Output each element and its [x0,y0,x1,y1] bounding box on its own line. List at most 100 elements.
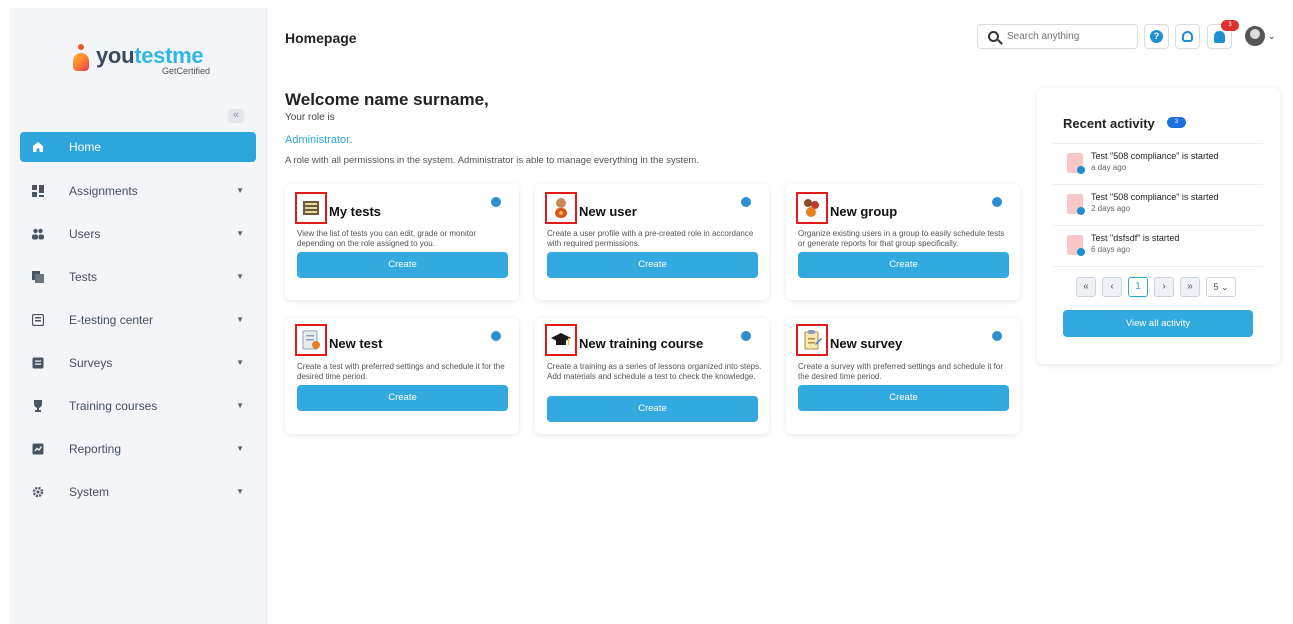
card-title: New survey [830,336,903,351]
play-icon[interactable] [741,197,751,207]
view-all-activity-button[interactable]: View all activity [1063,310,1253,337]
card-description: Create a training as a series of lessons… [547,362,762,381]
search-box[interactable] [977,24,1138,49]
users-icon [32,228,44,239]
activity-item[interactable]: Test "dsfsdf" is started 6 days ago [1053,225,1263,265]
reporting-icon [32,443,44,454]
card-title: New group [830,204,898,219]
tests-icon [32,270,44,283]
sidebar-item-label: Tests [69,269,98,284]
help-button[interactable]: ? [1144,24,1169,49]
card-title: New user [579,204,637,219]
next-page-button[interactable]: › [1154,277,1174,297]
new-user-create-button[interactable]: Create [547,252,758,278]
chevron-down-icon: ▼ [236,186,244,195]
assignments-icon [32,184,44,197]
my-tests-icon [295,192,327,224]
sidebar-item-label: Reporting [69,441,122,456]
surveys-icon [32,357,44,368]
pagination: « ‹ 1 › » 5 ⌄ [1076,277,1236,297]
e-testing-center-icon [32,313,44,326]
new-survey-icon [796,324,828,356]
activity-item[interactable]: Test "508 compliance" is started 2 days … [1053,184,1263,224]
sidebar-item-label: Training courses [69,398,158,413]
chevron-down-icon: ▼ [236,315,244,324]
activity-text: Test "508 compliance" is started [1091,151,1219,161]
trophy-icon [34,399,42,412]
activity-text: Test "dsfsdf" is started [1091,233,1180,243]
card-new-user: New user Create a user profile with a pr… [535,184,769,300]
welcome-heading: Welcome name surname, [285,90,489,109]
role-prefix: Your role is [285,112,335,123]
test-document-icon [1067,235,1085,256]
bell-icon [1214,30,1225,43]
sidebar-item-label: Assignments [69,183,138,198]
chevron-down-icon[interactable]: ⌄ [1268,31,1276,42]
new-test-icon [295,324,327,356]
role-name: Administrator. [285,134,353,146]
sidebar: youtestme GetCertified « Home Assignment… [10,8,267,624]
sidebar-item-label: Users [69,226,101,241]
card-title: New test [329,336,383,351]
sidebar-item-tests[interactable]: Tests ▼ [20,255,256,298]
chevron-down-icon: ▼ [236,487,244,496]
gear-icon [32,486,44,497]
search-icon [988,31,999,42]
activity-text: Test "508 compliance" is started [1091,192,1219,202]
logo-mark-icon [72,44,90,74]
page-size-select[interactable]: 5 ⌄ [1206,277,1236,297]
play-icon[interactable] [491,331,501,341]
sidebar-item-training-courses[interactable]: Training courses ▼ [20,384,256,427]
sidebar-item-assignments[interactable]: Assignments ▼ [20,169,256,212]
card-description: Create a survey with preferred settings … [798,362,1003,381]
card-new-test: New test Create a test with preferred se… [285,318,519,434]
test-document-icon [1067,153,1085,174]
activity-time: a day ago [1091,163,1127,172]
sidebar-item-surveys[interactable]: Surveys ▼ [20,341,256,384]
card-new-training-course: New training course Create a training as… [535,318,769,434]
brand-logo[interactable]: youtestme GetCertified [72,43,210,76]
play-icon[interactable] [992,197,1002,207]
play-icon[interactable] [491,197,501,207]
brand-tagline: GetCertified [162,66,211,76]
card-description: Organize existing users in a group to ea… [798,229,1005,248]
new-test-create-button[interactable]: Create [297,385,508,411]
new-group-create-button[interactable]: Create [798,252,1009,278]
divider [1053,266,1263,267]
avatar[interactable] [1245,26,1265,46]
sidebar-nav: Home Assignments ▼ Users ▼ Tests ▼ E-tes… [20,132,256,513]
sidebar-item-reporting[interactable]: Reporting ▼ [20,427,256,470]
sidebar-item-system[interactable]: System ▼ [20,470,256,513]
activity-time: 6 days ago [1091,245,1131,254]
headset-icon [1182,31,1193,42]
new-training-course-create-button[interactable]: Create [547,396,758,422]
brand-name: youtestme [96,43,204,68]
card-new-survey: New survey Create a survey with preferre… [786,318,1020,434]
collapse-sidebar-button[interactable]: « [228,109,244,123]
notification-count-badge: 3 [1221,20,1239,31]
first-page-button[interactable]: « [1076,277,1096,297]
new-survey-create-button[interactable]: Create [798,385,1009,411]
play-icon[interactable] [992,331,1002,341]
my-tests-create-button[interactable]: Create [297,252,508,278]
card-description: Create a user profile with a pre-created… [547,229,754,248]
last-page-button[interactable]: » [1180,277,1200,297]
home-icon [33,142,43,152]
sidebar-item-users[interactable]: Users ▼ [20,212,256,255]
help-icon: ? [1150,30,1163,43]
sidebar-item-home[interactable]: Home [20,132,256,162]
current-page[interactable]: 1 [1128,277,1148,297]
card-my-tests: My tests View the list of tests you can … [285,184,519,300]
prev-page-button[interactable]: ‹ [1102,277,1122,297]
role-description: A role with all permissions in the syste… [285,155,699,166]
chevron-down-icon: ▼ [236,229,244,238]
graduation-cap-icon [545,324,577,356]
search-input[interactable] [1007,31,1127,42]
play-icon[interactable] [741,331,751,341]
card-description: View the list of tests you can edit, gra… [297,229,477,248]
sidebar-item-label: System [69,484,110,499]
sidebar-item-label: E-testing center [69,312,154,327]
sidebar-item-e-testing-center[interactable]: E-testing center ▼ [20,298,256,341]
activity-item[interactable]: Test "508 compliance" is started a day a… [1053,143,1263,183]
support-button[interactable] [1175,24,1200,49]
